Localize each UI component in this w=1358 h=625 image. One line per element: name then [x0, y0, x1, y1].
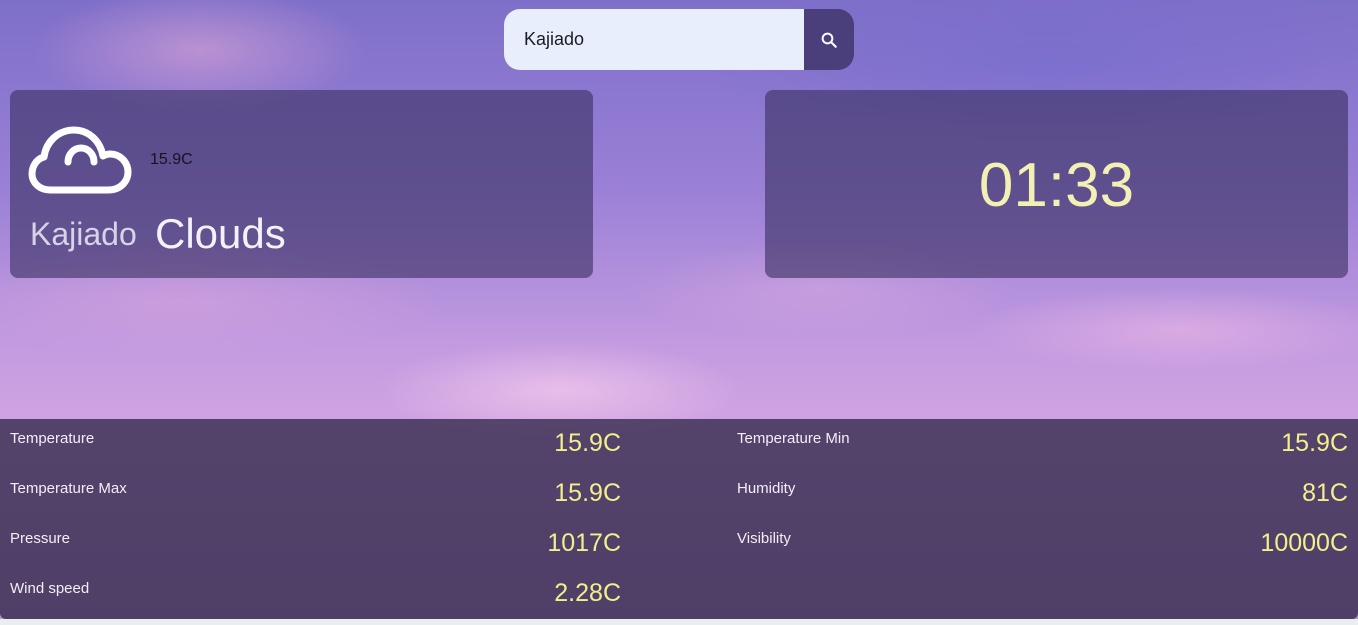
stat-pressure-value: 1017C: [547, 529, 621, 557]
stat-pressure-label: Pressure: [10, 530, 71, 547]
stat-visibility-value: 10000C: [1260, 529, 1348, 557]
page-bottom-edge: [0, 619, 1358, 625]
weather-stats-panel: Temperature 15.9C Temperature Min 15.9C …: [0, 419, 1358, 619]
weather-condition: Clouds: [155, 210, 286, 257]
stat-temperature-min-label: Temperature Min: [737, 430, 850, 447]
stat-temperature-value: 15.9C: [554, 429, 621, 457]
weather-app: 15.9C Kajiado Clouds 01:33 Temperature 1…: [0, 0, 1358, 625]
cloud-icon: [28, 126, 132, 194]
stat-temperature-max-value: 15.9C: [554, 479, 621, 507]
city-name: Kajiado: [30, 216, 137, 252]
stat-temperature-max-label: Temperature Max: [10, 480, 127, 497]
search-input[interactable]: [504, 9, 804, 70]
search-icon: [821, 32, 837, 48]
stat-wind-speed-label: Wind speed: [10, 580, 90, 597]
search-bar: [504, 9, 854, 70]
stat-visibility-label: Visibility: [737, 530, 791, 547]
current-temperature: 15.9C: [150, 151, 193, 168]
search-button[interactable]: [804, 9, 854, 70]
stat-humidity-label: Humidity: [737, 480, 796, 497]
stat-temperature-label: Temperature: [10, 430, 95, 447]
stat-wind-speed-value: 2.28C: [554, 579, 621, 607]
clock-time: 01:33: [978, 151, 1135, 220]
stat-humidity-value: 81C: [1302, 479, 1348, 507]
stat-temperature-min-value: 15.9C: [1281, 429, 1348, 457]
